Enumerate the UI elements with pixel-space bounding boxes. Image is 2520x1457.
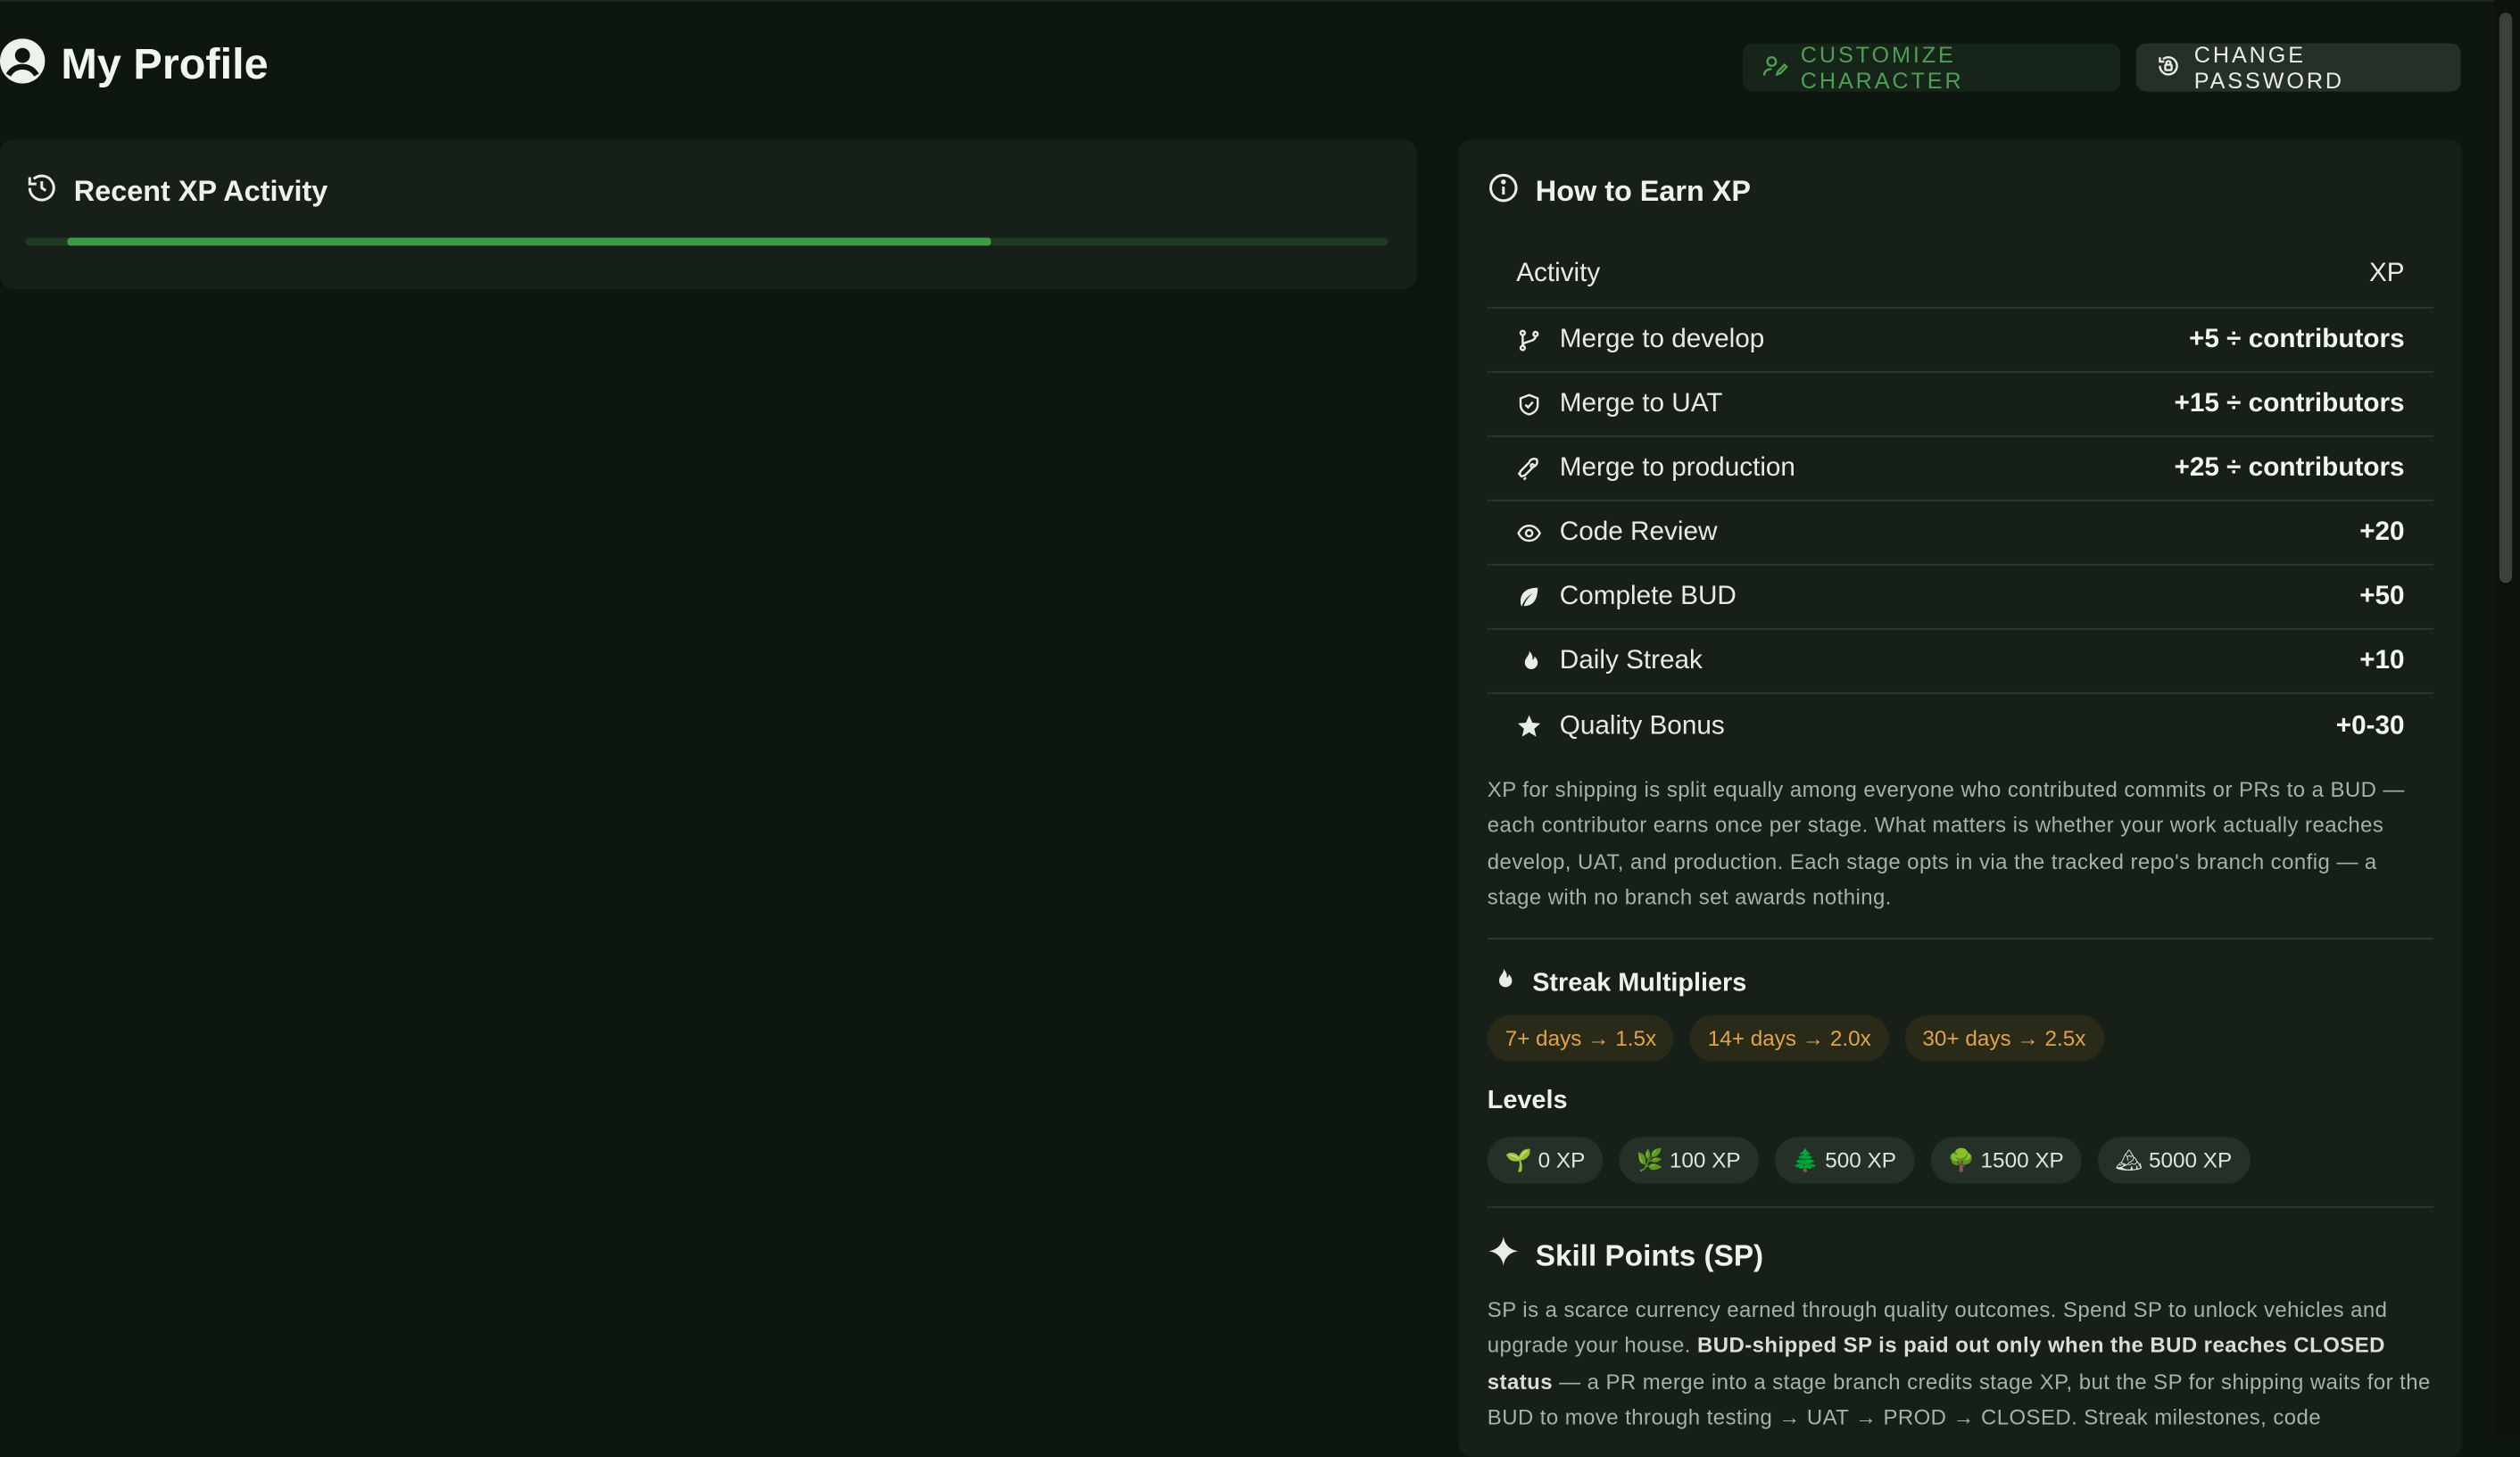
page-header: My Profile CUSTOMIZE CHARACTER CHANGE PA… (0, 38, 2461, 96)
row-activity: Quality Bonus (1559, 710, 1725, 740)
recent-xp-activity-card: Recent XP Activity (0, 139, 1417, 289)
rocket-icon (1516, 454, 1545, 483)
skill-points-description: SP is a scarce currency earned through q… (1488, 1293, 2435, 1436)
level-pill: 🌿 100 XP (1619, 1137, 1759, 1184)
xp-table: Activity XP Merge to develop +5 ÷ contri… (1487, 241, 2433, 758)
streak-pills: 7+ days → 1.5x 14+ days → 2.0x 30+ days … (1487, 1014, 2104, 1062)
table-row: Complete BUD +50 (1487, 566, 2433, 630)
sparkle-icon (1488, 1235, 1520, 1275)
loading-progress-fill (67, 237, 992, 246)
loading-progress-bar (25, 237, 1388, 246)
row-xp: +0-30 (2335, 710, 2405, 740)
recent-xp-activity-title: Recent XP Activity (73, 175, 328, 208)
streak-pill: 14+ days → 2.0x (1689, 1014, 1889, 1062)
streak-pill: 7+ days → 1.5x (1487, 1014, 1674, 1062)
xp-table-header: Activity XP (1487, 241, 2433, 309)
customize-character-label: CUSTOMIZE CHARACTER (1800, 41, 1964, 94)
info-icon (1488, 172, 1520, 212)
how-to-earn-xp-header: How to Earn XP (1488, 172, 1751, 212)
streak-multipliers-header: Streak Multipliers (1490, 967, 1746, 1001)
row-xp: +50 (2359, 581, 2405, 610)
profile-page: My Profile CUSTOMIZE CHARACTER CHANGE PA… (0, 0, 2519, 1457)
eye-icon (1516, 518, 1545, 547)
row-xp: +10 (2359, 645, 2405, 675)
shield-check-icon (1516, 390, 1545, 418)
level-pill: 🏔 5000 XP (2097, 1137, 2251, 1184)
table-row: Merge to develop +5 ÷ contributors (1487, 309, 2433, 373)
star-icon (1516, 711, 1545, 740)
history-icon (26, 172, 58, 212)
top-border (0, 0, 2495, 2)
row-xp: +20 (2359, 517, 2405, 546)
page-title: My Profile (61, 40, 269, 88)
flame-icon (1490, 967, 1516, 1001)
streak-pill: 30+ days → 2.5x (1904, 1014, 2104, 1062)
sp-text-part: — a PR merge into a stage branch credits… (1487, 1369, 2431, 1429)
row-xp: +5 ÷ contributors (2189, 324, 2405, 353)
skill-points-title: Skill Points (SP) (1535, 1237, 1764, 1271)
customize-character-button[interactable]: CUSTOMIZE CHARACTER (1743, 41, 2120, 94)
page-scrollbar[interactable] (2494, 0, 2519, 1435)
column-header-activity: Activity (1516, 258, 1601, 288)
row-xp: +25 ÷ contributors (2174, 452, 2405, 482)
leaf-icon (1516, 583, 1545, 611)
table-row: Code Review +20 (1487, 501, 2433, 566)
row-xp: +15 ÷ contributors (2174, 388, 2405, 418)
flame-icon (1516, 647, 1545, 675)
table-row: Merge to production +25 ÷ contributors (1487, 437, 2433, 501)
scrollbar-thumb[interactable] (2499, 12, 2513, 584)
how-to-earn-xp-title: How to Earn XP (1535, 175, 1752, 208)
level-pill: 🌱 0 XP (1487, 1137, 1604, 1184)
skill-points-header: Skill Points (SP) (1488, 1235, 1763, 1275)
level-pills: 🌱 0 XP 🌿 100 XP 🌲 500 XP 🌳 1500 XP 🏔 500… (1487, 1137, 2251, 1184)
change-password-button[interactable]: CHANGE PASSWORD (2136, 41, 2461, 94)
row-activity: Merge to production (1559, 452, 1795, 482)
user-edit-icon (1762, 53, 1788, 83)
change-password-label: CHANGE PASSWORD (2193, 41, 2344, 94)
row-activity: Daily Streak (1559, 645, 1703, 675)
xp-split-note: XP for shipping is split equally among e… (1487, 777, 2405, 909)
row-activity: Merge to UAT (1559, 388, 1723, 418)
section-divider (1487, 938, 2433, 940)
table-row: Daily Streak +10 (1487, 630, 2433, 694)
how-to-earn-xp-card: How to Earn XP Activity XP Merge to deve… (1458, 139, 2463, 1457)
row-activity: Merge to develop (1559, 324, 1765, 353)
git-branch-icon (1516, 326, 1545, 354)
row-activity: Code Review (1559, 517, 1718, 546)
page-title-wrap: My Profile (0, 38, 269, 91)
table-row: Merge to UAT +15 ÷ contributors (1487, 373, 2433, 437)
recent-xp-activity-header: Recent XP Activity (26, 172, 328, 212)
table-row: Quality Bonus +0-30 (1488, 694, 2433, 758)
column-header-xp: XP (2368, 258, 2405, 288)
row-activity: Complete BUD (1559, 581, 1737, 610)
user-circle-icon (0, 38, 46, 91)
levels-title: Levels (1487, 1087, 1568, 1115)
level-pill: 🌳 1500 XP (1929, 1137, 2082, 1184)
level-pill: 🌲 500 XP (1774, 1137, 1914, 1184)
streak-multipliers-title: Streak Multipliers (1532, 969, 1747, 997)
lock-reset-icon (2156, 53, 2182, 83)
section-divider (1487, 1205, 2433, 1208)
